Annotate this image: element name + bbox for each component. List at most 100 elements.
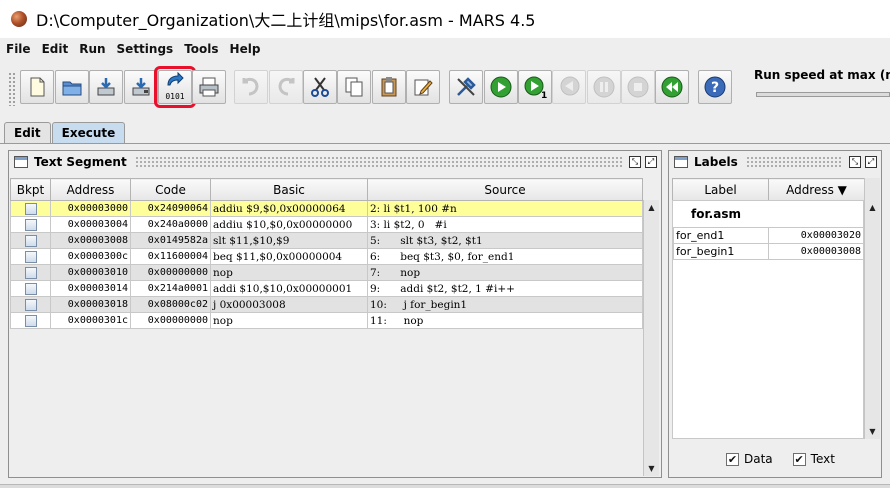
redo-icon: [278, 77, 295, 96]
labels-table-header: Label Address ▼: [672, 178, 865, 201]
table-row[interactable]: 0x00003008 0x0149582a slt $11,$10,$9 5: …: [10, 232, 643, 249]
code-cell: 0x11600004: [130, 248, 211, 265]
column-header-label[interactable]: Label: [672, 178, 769, 201]
source-cell: 6: beq $t3, $0, for_end1: [367, 248, 643, 265]
menu-edit[interactable]: Edit: [42, 42, 69, 56]
reset-button[interactable]: [655, 70, 689, 104]
undo-button[interactable]: [234, 70, 268, 104]
new-file-icon: [30, 77, 45, 97]
redo-button[interactable]: [269, 70, 303, 104]
data-checkbox[interactable]: ✔: [726, 452, 739, 466]
text-segment-table: Bkpt Address Code Basic Source 0x0000300…: [10, 178, 643, 329]
labels-title: Labels: [694, 155, 738, 169]
scissors-icon: [311, 77, 329, 97]
scroll-up-icon[interactable]: ▲: [644, 200, 659, 215]
assemble-settings-button[interactable]: [449, 70, 483, 104]
address-cell: 0x0000301c: [50, 312, 131, 329]
step-button[interactable]: 1: [518, 70, 552, 104]
column-header-bkpt[interactable]: Bkpt: [10, 178, 51, 201]
run-button[interactable]: [484, 70, 518, 104]
pause-button[interactable]: [587, 70, 621, 104]
menu-help[interactable]: Help: [230, 42, 261, 56]
column-header-code[interactable]: Code: [130, 178, 211, 201]
window-icon: [674, 156, 688, 168]
scroll-up-icon[interactable]: ▲: [865, 200, 880, 215]
breakpoint-checkbox[interactable]: [24, 234, 37, 247]
labels-header-row: Label Address ▼: [672, 178, 865, 201]
maximize-icon[interactable]: ⤢: [865, 156, 877, 168]
table-row[interactable]: 0x00003014 0x214a0001 addi $10,$10,0x000…: [10, 280, 643, 297]
bkpt-cell: [10, 216, 51, 233]
scroll-down-icon[interactable]: ▼: [644, 461, 659, 476]
breakpoint-checkbox[interactable]: [24, 314, 37, 327]
address-cell: 0x00003000: [50, 200, 131, 217]
stop-button[interactable]: [621, 70, 655, 104]
toolbar-grip[interactable]: [8, 72, 16, 106]
minimize-icon[interactable]: ⤡: [629, 156, 641, 168]
table-row[interactable]: 0x00003010 0x00000000 nop 7: nop: [10, 264, 643, 281]
find-replace-button[interactable]: [406, 70, 440, 104]
address-cell: 0x00003004: [50, 216, 131, 233]
undo-icon: [242, 77, 259, 96]
minimize-icon[interactable]: ⤡: [849, 156, 861, 168]
backstep-icon: [560, 76, 580, 96]
assemble-button[interactable]: 0101: [154, 66, 196, 108]
maximize-icon[interactable]: ⤢: [645, 156, 657, 168]
toolbar: 0101 1 ?: [0, 66, 750, 111]
tab-execute[interactable]: Execute: [51, 122, 126, 143]
basic-cell: addiu $9,$0,0x00000064: [210, 200, 368, 217]
table-row[interactable]: 0x00003018 0x08000c02 j 0x00003008 10: j…: [10, 296, 643, 313]
step-play-icon: 1: [524, 76, 547, 99]
menu-settings[interactable]: Settings: [117, 42, 174, 56]
breakpoint-checkbox[interactable]: [24, 298, 37, 311]
panel-grip: [745, 156, 843, 168]
editor-tabs: Edit Execute: [4, 122, 126, 144]
menu-tools[interactable]: Tools: [184, 42, 218, 56]
labels-scrollbar[interactable]: ▲ ▼: [864, 178, 880, 439]
breakpoint-checkbox[interactable]: [24, 266, 37, 279]
print-button[interactable]: [192, 70, 226, 104]
data-checkbox-label: Data: [744, 452, 773, 466]
run-speed-slider[interactable]: [756, 92, 890, 97]
code-cell: 0x24090064: [130, 200, 211, 217]
text-checkbox[interactable]: ✔: [792, 452, 806, 466]
address-cell: 0x00003014: [50, 280, 131, 297]
table-row[interactable]: 0x0000301c 0x00000000 nop 11: nop: [10, 312, 643, 329]
paste-button[interactable]: [372, 70, 406, 104]
save-icon: [97, 78, 115, 96]
code-cell: 0x214a0001: [130, 280, 211, 297]
text-segment-scrollbar[interactable]: ▲ ▼: [643, 200, 659, 476]
scroll-down-icon[interactable]: ▼: [865, 424, 880, 439]
column-header-address[interactable]: Address: [50, 178, 131, 201]
source-cell: 5: slt $t3, $t2, $t1: [367, 232, 643, 249]
copy-button[interactable]: [337, 70, 371, 104]
help-button[interactable]: ?: [698, 70, 732, 104]
bkpt-cell: [10, 296, 51, 313]
tab-edit[interactable]: Edit: [4, 122, 51, 143]
mars-app-icon: [11, 11, 27, 27]
menu-run[interactable]: Run: [79, 42, 105, 56]
bkpt-cell: [10, 232, 51, 249]
backstep-button[interactable]: [552, 70, 586, 104]
column-header-basic[interactable]: Basic: [210, 178, 368, 201]
column-header-source[interactable]: Source: [367, 178, 643, 201]
breakpoint-checkbox[interactable]: [24, 250, 37, 263]
new-file-button[interactable]: [20, 70, 54, 104]
menu-file[interactable]: File: [6, 42, 31, 56]
open-file-button[interactable]: [55, 70, 89, 104]
table-row[interactable]: 0x00003004 0x240a0000 addiu $10,$0,0x000…: [10, 216, 643, 233]
breakpoint-checkbox[interactable]: [24, 202, 37, 215]
list-item[interactable]: for_end1 0x00003020: [673, 227, 864, 244]
bottom-divider[interactable]: [0, 484, 890, 488]
breakpoint-checkbox[interactable]: [24, 218, 37, 231]
table-row[interactable]: 0x0000300c 0x11600004 beq $11,$0,0x00000…: [10, 248, 643, 265]
basic-cell: beq $11,$0,0x00000004: [210, 248, 368, 265]
cut-button[interactable]: [303, 70, 337, 104]
save-button[interactable]: [89, 70, 123, 104]
column-header-label-address[interactable]: Address ▼: [768, 178, 865, 201]
breakpoint-checkbox[interactable]: [24, 282, 37, 295]
basic-cell: j 0x00003008: [210, 296, 368, 313]
list-item[interactable]: for_begin1 0x00003008: [673, 243, 864, 260]
save-as-button[interactable]: [124, 70, 158, 104]
table-row[interactable]: 0x00003000 0x24090064 addiu $9,$0,0x0000…: [10, 200, 643, 217]
